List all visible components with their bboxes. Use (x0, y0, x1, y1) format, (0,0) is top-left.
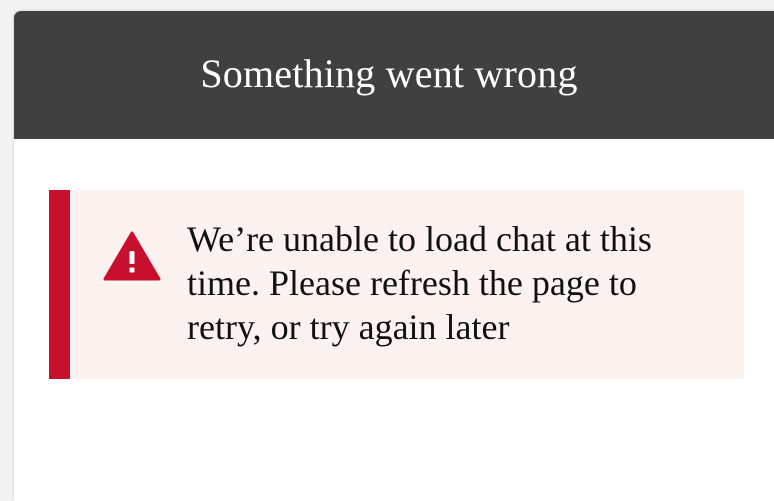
alert-accent-bar (49, 190, 70, 379)
dialog-title: Something went wrong (200, 50, 578, 96)
error-alert: We’re unable to load chat at this time. … (49, 190, 744, 379)
alert-message: We’re unable to load chat at this time. … (187, 219, 652, 347)
warning-triangle-icon (103, 231, 161, 281)
dialog-header: Something went wrong (14, 11, 774, 139)
error-dialog: Something went wrong We’re unable to loa… (14, 11, 774, 501)
